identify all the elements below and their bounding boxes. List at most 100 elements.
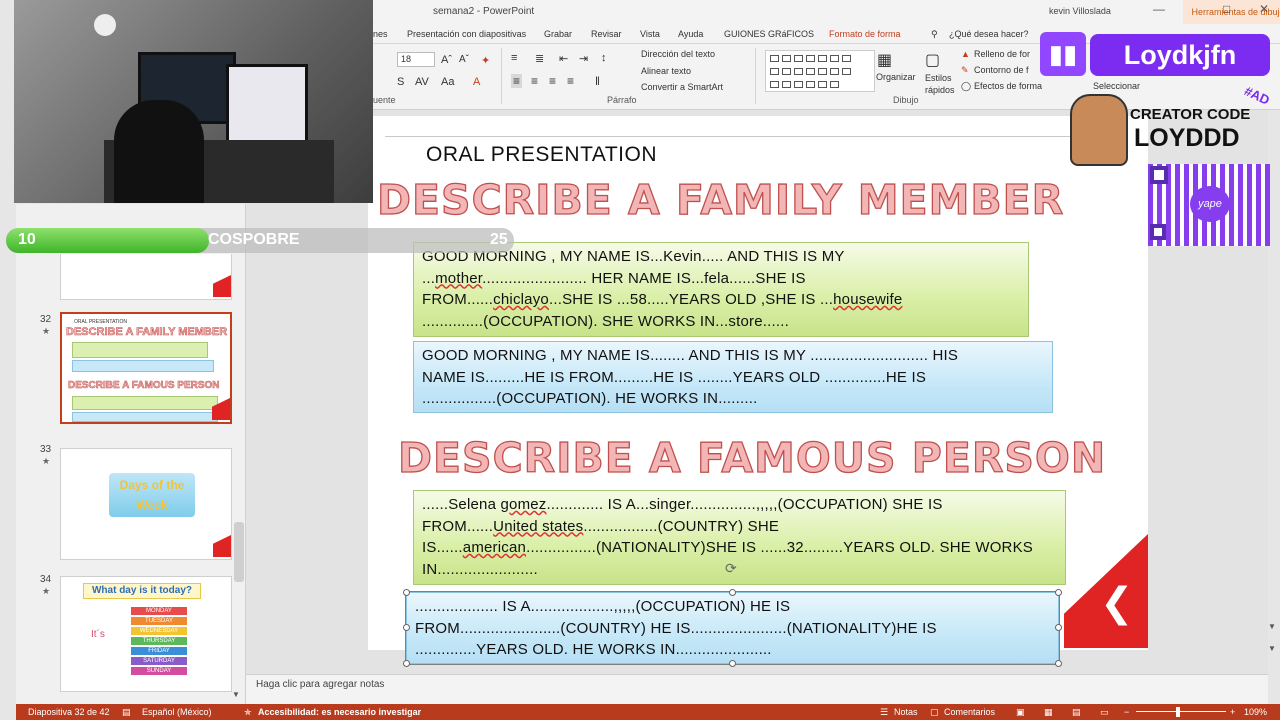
quick-styles-button[interactable]: Estilos rápidos — [925, 72, 955, 96]
thumb-heading: ORAL PRESENTATION — [74, 319, 127, 325]
bullets-icon[interactable]: ≡ — [511, 52, 517, 64]
tab-vista[interactable]: Vista — [640, 29, 660, 39]
grow-font-icon[interactable]: Aˆ — [441, 54, 452, 66]
zoom-out-icon[interactable]: − — [1124, 707, 1129, 717]
character-avatar — [1070, 94, 1128, 166]
resize-handle[interactable] — [1055, 589, 1062, 596]
textbox-famous-example[interactable]: ......Selena gomez............. IS A...s… — [413, 490, 1066, 585]
shrink-font-icon[interactable]: Aˇ — [459, 54, 469, 65]
resize-handle[interactable] — [1055, 660, 1062, 667]
scroll-down-icon[interactable]: ▼ — [1268, 622, 1276, 631]
zoom-slider[interactable] — [1136, 711, 1226, 712]
webcam-person — [114, 100, 204, 203]
slide-sorter-icon[interactable]: ▦ — [1044, 707, 1053, 718]
tab-formato-de-forma[interactable]: Formato de forma — [829, 29, 901, 39]
goal-progress-fill — [6, 228, 210, 253]
slideshow-icon[interactable]: ▭ — [1100, 707, 1109, 718]
tab-revisar[interactable]: Revisar — [591, 29, 622, 39]
outdent-icon[interactable]: ⇥ — [579, 52, 588, 65]
font-color-icon[interactable]: A — [473, 76, 480, 88]
organize-icon: ▦ — [877, 52, 893, 69]
clear-format-icon[interactable]: ✦ — [481, 54, 490, 67]
notes-button[interactable]: Notas — [894, 707, 918, 717]
justify-icon[interactable]: ≡ — [567, 74, 574, 88]
title-bar: semana2 - PowerPoint kevin Villoslada He… — [373, 0, 1280, 24]
zoom-in-icon[interactable]: + — [1230, 707, 1235, 717]
thumb-days-of-week-image: Days of the Week — [109, 473, 195, 517]
group-label-font: uente — [373, 95, 396, 105]
close-icon[interactable]: ✕ — [1259, 2, 1269, 16]
textbox-family-template[interactable]: GOOD MORNING , MY NAME IS........ AND TH… — [413, 341, 1053, 413]
indent-icon[interactable]: ⇤ — [559, 52, 568, 65]
textbox-famous-template-selected[interactable]: ................... IS A................… — [405, 591, 1060, 665]
tab-presentacion[interactable]: Presentación con diapositivas — [407, 29, 526, 39]
wordart-title-famous[interactable]: DESCRIBE A FAMOUS PERSON — [397, 433, 1106, 482]
convert-smartart-button[interactable]: Convertir a SmartArt — [641, 82, 723, 92]
goal-target: 25 — [490, 231, 508, 248]
resize-handle[interactable] — [403, 624, 410, 631]
wordart-title-family[interactable]: DESCRIBE A FAMILY MEMBER — [376, 175, 1064, 224]
accessibility-status[interactable]: Accesibilidad: es necesario investigar — [258, 707, 421, 717]
minimize-icon[interactable]: — — [1153, 2, 1165, 16]
tab-animaciones[interactable]: nes — [373, 29, 388, 39]
thumbnails-scrollbar[interactable] — [234, 522, 244, 582]
language-indicator[interactable]: Español (México) — [142, 707, 212, 717]
next-slide-icon[interactable]: ▼ — [1268, 644, 1276, 653]
tab-grabar[interactable]: Grabar — [544, 29, 572, 39]
slide-heading[interactable]: ORAL PRESENTATION — [426, 143, 657, 167]
rotate-handle-icon[interactable]: ⟳ — [725, 560, 737, 577]
twitch-banner: ▮▮ Loydkjfn — [1032, 30, 1270, 82]
thumbnail-number: 33 — [40, 444, 52, 455]
window-title: semana2 - PowerPoint — [433, 6, 535, 17]
thumbnail-slide-33[interactable]: Days of the Week — [60, 448, 232, 560]
tab-guiones-graficos[interactable]: GUIONES GRáFICOS — [724, 29, 814, 39]
align-left-icon[interactable]: ≡ — [511, 74, 523, 88]
comments-button[interactable]: Comentarios — [944, 707, 995, 717]
thumb-title-2: DESCRIBE A FAMOUS PERSON — [68, 380, 220, 392]
align-center-icon[interactable]: ≡ — [531, 74, 538, 88]
user-name[interactable]: kevin Villoslada — [1049, 6, 1111, 16]
case-icon[interactable]: Aa — [441, 76, 454, 88]
scroll-down-icon[interactable]: ▼ — [232, 690, 240, 699]
spellcheck-icon[interactable]: ▤ — [122, 707, 131, 718]
creator-code-value: LOYDDD — [1134, 124, 1240, 152]
spacing-icon[interactable]: AV — [415, 76, 429, 88]
thumbnail-slide-34[interactable]: What day is it today? It´s MONDAY TUESDA… — [60, 576, 232, 692]
resize-handle[interactable] — [403, 660, 410, 667]
group-label-drawing: Dibujo — [893, 95, 919, 105]
thumbnail-slide-31[interactable] — [60, 254, 232, 300]
zoom-slider-thumb[interactable] — [1176, 707, 1180, 717]
notes-pane[interactable]: Haga clic para agregar notas — [246, 674, 1268, 704]
tab-ayuda[interactable]: Ayuda — [678, 29, 703, 39]
shape-effects-button[interactable]: Efectos de forma — [974, 81, 1042, 91]
tell-me-input[interactable]: ¿Qué desea hacer? — [949, 29, 1029, 39]
zoom-level[interactable]: 109% — [1244, 707, 1267, 717]
shapes-gallery[interactable] — [765, 50, 875, 92]
text-direction-button[interactable]: Dirección del texto — [641, 49, 715, 59]
numbering-icon[interactable]: ≣ — [535, 52, 544, 65]
resize-handle[interactable] — [729, 660, 736, 667]
shape-fill-button[interactable]: Relleno de for — [974, 49, 1030, 59]
textbox-family-example[interactable]: GOOD MORNING , MY NAME IS...Kevin..... A… — [413, 242, 1029, 337]
align-text-button[interactable]: Alinear texto — [641, 66, 691, 76]
notes-placeholder: Haga clic para agregar notas — [256, 679, 385, 690]
font-size-select[interactable]: 18 — [397, 52, 435, 67]
slide-count[interactable]: Diapositiva 32 de 42 — [28, 707, 110, 717]
accessibility-icon[interactable]: ✯ — [244, 707, 252, 718]
resize-handle[interactable] — [1055, 624, 1062, 631]
shape-outline-button[interactable]: Contorno de f — [974, 65, 1029, 75]
columns-icon[interactable]: ‖ — [595, 74, 600, 88]
normal-view-icon[interactable]: ▣ — [1016, 707, 1025, 718]
reading-view-icon[interactable]: ▤ — [1072, 707, 1081, 718]
animation-star-icon: ★ — [42, 326, 51, 336]
organize-button[interactable]: Organizar — [876, 72, 916, 82]
thumbnail-slide-32[interactable]: ORAL PRESENTATION DESCRIBE A FAMILY MEMB… — [60, 312, 232, 424]
maximize-icon[interactable]: □ — [1223, 2, 1230, 16]
align-right-icon[interactable]: ≡ — [549, 74, 556, 88]
group-label-paragraph: Párrafo — [607, 95, 637, 105]
resize-handle[interactable] — [729, 589, 736, 596]
resize-handle[interactable] — [403, 589, 410, 596]
shadow-icon[interactable]: S — [397, 76, 404, 88]
qr-code: yape — [1148, 164, 1270, 246]
line-spacing-icon[interactable]: ↕ — [601, 52, 607, 64]
